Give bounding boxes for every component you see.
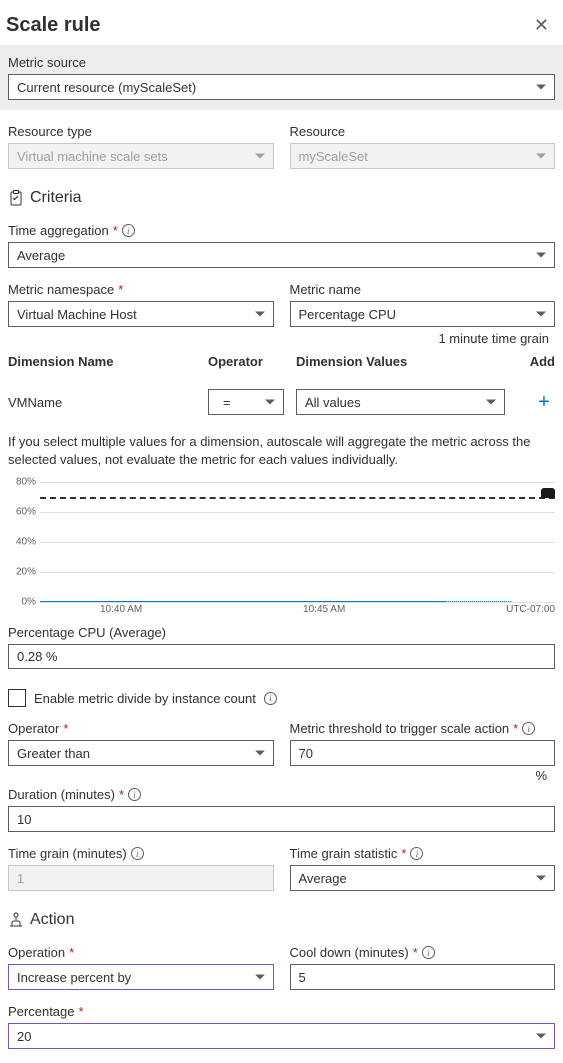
threshold-handle[interactable] xyxy=(541,488,555,498)
dimensions-helper-text: If you select multiple values for a dime… xyxy=(0,427,563,478)
resource-value: myScaleSet xyxy=(299,149,368,164)
metric-chart: 80% 60% 40% 20% 0% 10:40 AM 10:45 AM UTC… xyxy=(0,478,563,617)
action-heading: Action xyxy=(0,905,563,935)
action-heading-text: Action xyxy=(30,911,74,929)
threshold-label: Metric threshold to trigger scale action… xyxy=(290,721,556,736)
y-tick: 60% xyxy=(8,507,36,518)
x-tick: 10:45 AM xyxy=(303,604,345,615)
dimension-name: VMName xyxy=(8,395,208,410)
info-icon[interactable]: i xyxy=(128,788,141,801)
chart-series-line-projection xyxy=(434,601,511,602)
time-grain-note: 1 minute time grain xyxy=(0,329,563,346)
time-aggregation-select[interactable]: Average xyxy=(8,242,555,268)
table-row: VMName = All values + xyxy=(8,377,555,427)
time-grain-label: Time grain (minutes) i xyxy=(8,846,274,861)
metric-display-box: 0.28 % xyxy=(8,644,555,669)
duration-input[interactable]: 10 xyxy=(8,806,555,832)
metric-source-value: Current resource (myScaleSet) xyxy=(17,80,196,95)
info-icon[interactable]: i xyxy=(410,847,423,860)
resource-select: myScaleSet xyxy=(290,143,556,169)
add-dimension-button[interactable]: + xyxy=(533,391,555,413)
dimension-operator-select[interactable]: = xyxy=(208,389,284,415)
y-tick: 0% xyxy=(8,597,36,608)
dim-header-values: Dimension Values xyxy=(296,354,505,369)
panel-title: Scale rule xyxy=(6,14,101,37)
threshold-line xyxy=(40,497,555,499)
resource-type-label: Resource type xyxy=(8,124,274,139)
y-tick: 20% xyxy=(8,567,36,578)
threshold-value: 70 xyxy=(299,746,313,761)
info-icon[interactable]: i xyxy=(422,946,435,959)
metric-current-value: Percentage CPU (Average) 0.28 % xyxy=(0,617,563,681)
time-grain-stat-value: Average xyxy=(299,871,347,886)
threshold-unit: % xyxy=(290,766,556,783)
time-grain-stat-label: Time grain statistic * i xyxy=(290,846,556,861)
y-tick: 80% xyxy=(8,477,36,488)
chart-series-line xyxy=(40,601,446,602)
time-grain-stat-select[interactable]: Average xyxy=(290,865,556,891)
dimension-values-select[interactable]: All values xyxy=(296,389,505,415)
dimension-values-value: All values xyxy=(305,395,361,410)
time-grain-value: 1 xyxy=(17,871,24,886)
operation-label: Operation * xyxy=(8,945,274,960)
cooldown-value: 5 xyxy=(299,970,306,985)
x-tick: 10:40 AM xyxy=(100,604,142,615)
percentage-value: 20 xyxy=(17,1029,31,1044)
metric-name-select[interactable]: Percentage CPU xyxy=(290,301,556,327)
dimensions-header: Dimension Name Operator Dimension Values… xyxy=(8,346,555,377)
operator-label: Operator * xyxy=(8,721,274,736)
time-aggregation-label: Time aggregation * i xyxy=(8,223,555,238)
time-grain-input: 1 xyxy=(8,865,274,891)
resource-type-select: Virtual machine scale sets xyxy=(8,143,274,169)
operator-value: Greater than xyxy=(17,746,90,761)
info-icon[interactable]: i xyxy=(122,224,135,237)
duration-label: Duration (minutes) * i xyxy=(8,787,555,802)
dimension-operator-value: = xyxy=(223,395,231,410)
criteria-heading: Criteria xyxy=(0,183,563,213)
cooldown-input[interactable]: 5 xyxy=(290,964,556,990)
divide-by-instance-label: Enable metric divide by instance count xyxy=(34,691,256,706)
cooldown-label: Cool down (minutes) * i xyxy=(290,945,556,960)
info-icon[interactable]: i xyxy=(522,722,535,735)
metric-source-section: Metric source Current resource (myScaleS… xyxy=(0,45,563,110)
operation-select[interactable]: Increase percent by xyxy=(8,964,274,990)
divide-by-instance-row: Enable metric divide by instance count i xyxy=(0,681,563,721)
threshold-input[interactable]: 70 xyxy=(290,740,556,766)
action-icon xyxy=(8,912,24,928)
percentage-label: Percentage * xyxy=(8,1004,555,1019)
duration-value: 10 xyxy=(17,812,31,827)
clipboard-icon xyxy=(8,190,24,206)
dimensions-table: Dimension Name Operator Dimension Values… xyxy=(0,346,563,427)
panel-header: Scale rule ✕ xyxy=(0,0,563,45)
criteria-heading-text: Criteria xyxy=(30,189,82,207)
operation-value: Increase percent by xyxy=(17,970,131,985)
metric-name-value: Percentage CPU xyxy=(299,307,397,322)
close-icon[interactable]: ✕ xyxy=(534,15,549,36)
info-icon[interactable]: i xyxy=(264,692,277,705)
info-icon[interactable]: i xyxy=(131,847,144,860)
metric-namespace-value: Virtual Machine Host xyxy=(17,307,137,322)
metric-namespace-select[interactable]: Virtual Machine Host xyxy=(8,301,274,327)
metric-source-label: Metric source xyxy=(8,55,555,70)
operator-select[interactable]: Greater than xyxy=(8,740,274,766)
dim-header-operator: Operator xyxy=(208,354,284,369)
resource-label: Resource xyxy=(290,124,556,139)
time-aggregation-value: Average xyxy=(17,248,65,263)
metric-source-select[interactable]: Current resource (myScaleSet) xyxy=(8,74,555,100)
y-tick: 40% xyxy=(8,537,36,548)
metric-name-label: Metric name xyxy=(290,282,556,297)
resource-type-value: Virtual machine scale sets xyxy=(17,149,168,164)
chart-timezone: UTC-07:00 xyxy=(506,604,555,615)
metric-namespace-label: Metric namespace * xyxy=(8,282,274,297)
percentage-input[interactable]: 20 xyxy=(8,1023,555,1049)
metric-display-label: Percentage CPU (Average) xyxy=(8,625,555,640)
dim-header-name: Dimension Name xyxy=(8,354,208,369)
divide-by-instance-checkbox[interactable] xyxy=(8,689,26,707)
dim-header-add: Add xyxy=(515,354,555,369)
chart-x-axis: 10:40 AM 10:45 AM UTC-07:00 xyxy=(8,602,555,615)
